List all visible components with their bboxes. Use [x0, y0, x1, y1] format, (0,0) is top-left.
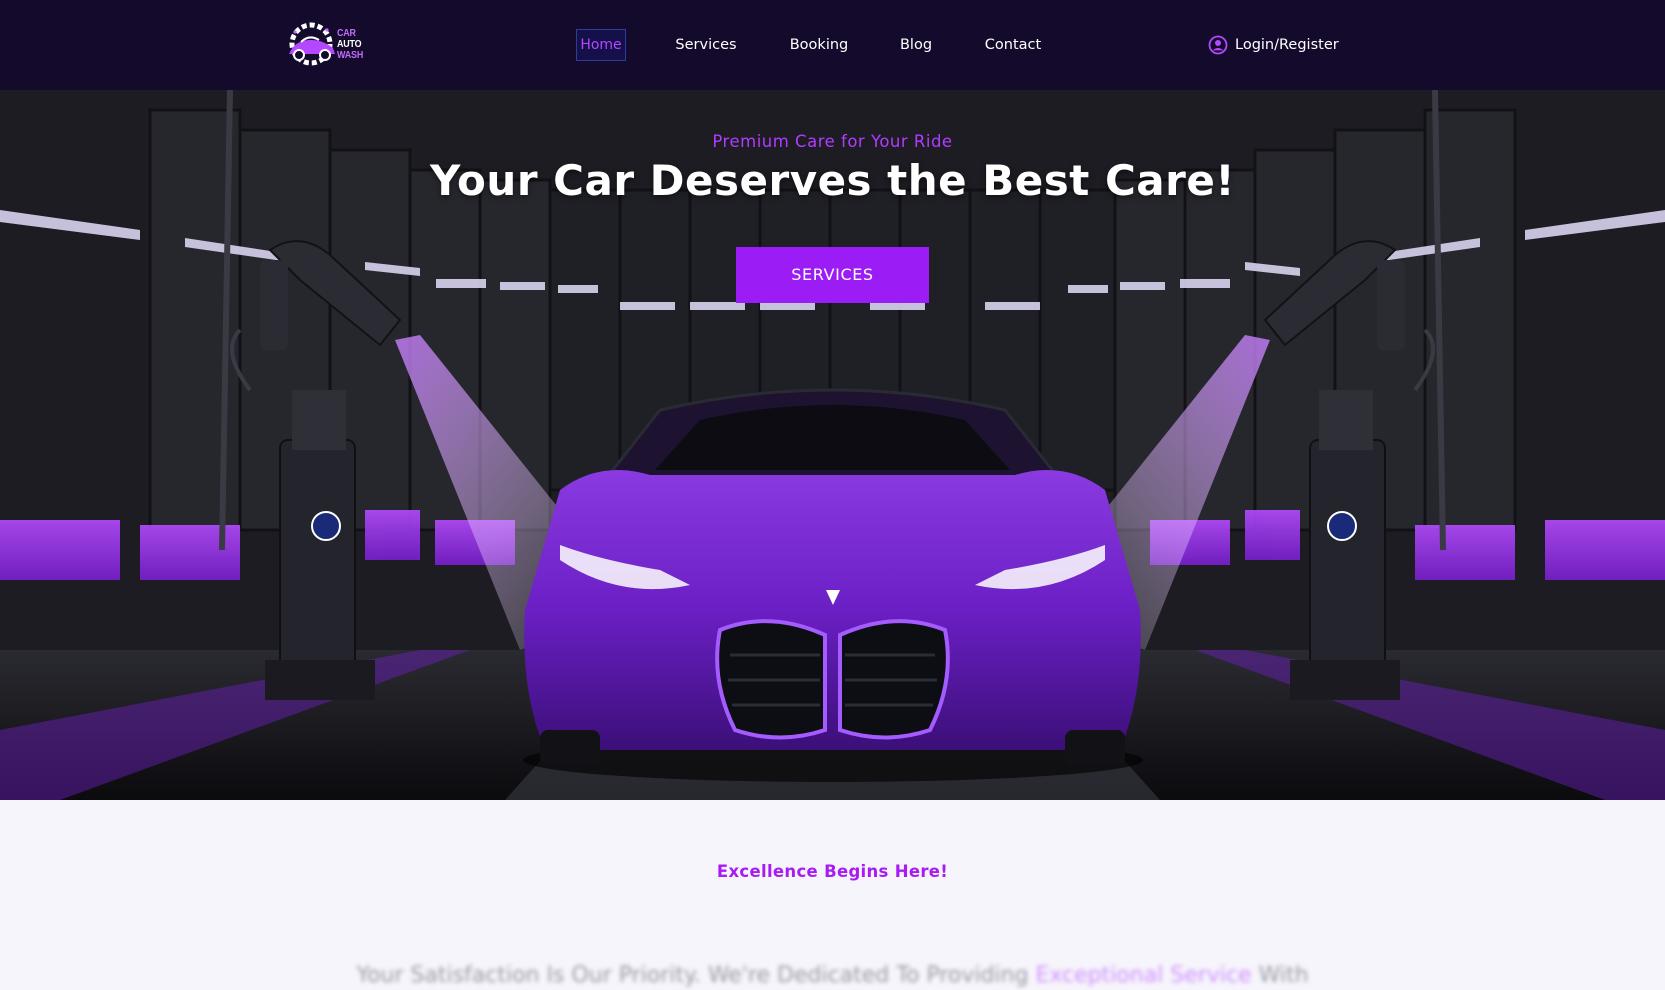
- services-button[interactable]: SERVICES: [736, 247, 929, 303]
- hero-eyebrow: Premium Care for Your Ride: [712, 132, 953, 151]
- nav-services[interactable]: Services: [671, 30, 741, 60]
- hero-section: Premium Care for Your Ride Your Car Dese…: [0, 90, 1665, 800]
- site-header: CAR AUTO WASH Home Services Booking Blog…: [0, 0, 1665, 90]
- login-register-label: Login/Register: [1235, 37, 1339, 53]
- car-gear-logo-icon: [289, 22, 335, 66]
- hero-title: Your Car Deserves the Best Care!: [430, 156, 1235, 205]
- section-kicker: Excellence Begins Here!: [716, 862, 949, 881]
- nav-booking[interactable]: Booking: [786, 30, 852, 60]
- login-register-link[interactable]: Login/Register: [1208, 32, 1339, 58]
- nav-home[interactable]: Home: [576, 29, 626, 61]
- logo-text: CAR AUTO WASH: [337, 28, 363, 61]
- section-intro-text: Your Satisfaction Is Our Priority. We're…: [0, 963, 1665, 988]
- site-logo[interactable]: CAR AUTO WASH: [287, 18, 371, 70]
- logo-line-3: WASH: [337, 49, 364, 61]
- intro-text-highlight: Exceptional Service: [1035, 963, 1252, 988]
- user-circle-icon: [1208, 35, 1228, 55]
- intro-section: Excellence Begins Here! Your Satisfactio…: [0, 800, 1665, 990]
- intro-text-end: With: [1251, 963, 1309, 988]
- nav-blog[interactable]: Blog: [897, 30, 935, 60]
- nav-contact[interactable]: Contact: [981, 30, 1045, 60]
- intro-text-start: Your Satisfaction Is Our Priority. We're…: [356, 963, 1036, 988]
